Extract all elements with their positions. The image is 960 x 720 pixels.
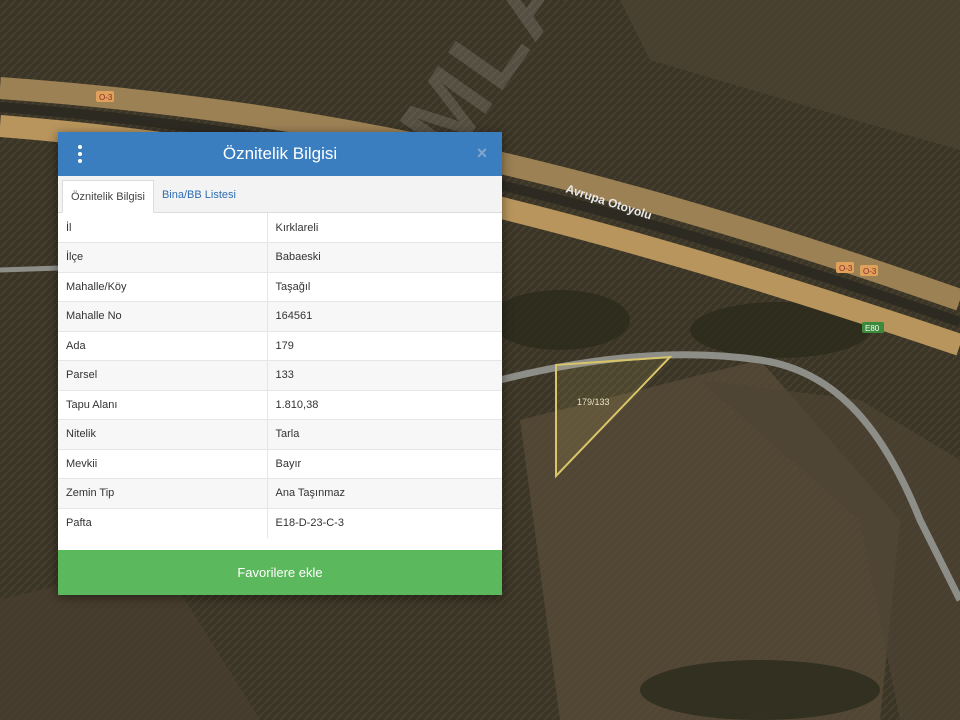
row-value: Bayır [267, 448, 502, 479]
row-value: Kırklareli [275, 221, 319, 234]
table-row: İlçe Babaeski [58, 242, 502, 272]
road-shield-icon: E80 [862, 322, 884, 333]
row-key: Pafta [58, 507, 268, 538]
tab-attribute-info[interactable]: Öznitelik Bilgisi [62, 180, 154, 213]
row-value: 133 [267, 360, 502, 390]
tab-building-list[interactable]: Bina/BB Listesi [154, 179, 244, 212]
side-road-west [0, 265, 61, 273]
row-key: Ada [58, 330, 268, 361]
table-row: Tapu Alanı 1.810,38 [58, 389, 502, 420]
road-shield-icon: O-3 [96, 91, 114, 102]
table-row: Pafta E18-D-23-C-3 [58, 507, 502, 538]
svg-text:O-3: O-3 [839, 264, 853, 273]
tab-bar: Öznitelik Bilgisi Bina/BB Listesi [58, 176, 502, 213]
svg-text:E80: E80 [865, 324, 880, 333]
table-row: Parsel 133 [58, 360, 502, 390]
table-row: Nitelik Tarla [58, 419, 502, 449]
row-value: 1.810,38 [267, 389, 502, 420]
parcel-label: 179/133 [577, 397, 610, 407]
row-key: İl [58, 213, 268, 243]
row-value: Babaeski [267, 242, 502, 272]
row-key: Parsel [58, 360, 268, 390]
close-icon[interactable]: × [473, 143, 491, 163]
attribute-table: İl Kırklareli İlçe Babaeski Mahalle/Köy Taş… [58, 213, 502, 538]
row-value: 179 [267, 330, 502, 361]
table-row: Mahalle/Köy Taşağıl [58, 271, 502, 302]
row-key: Mevkii [58, 448, 268, 479]
table-row: Mevkii Bayır [58, 448, 502, 479]
row-key: İlçe [58, 242, 268, 272]
row-key: Nitelik [58, 419, 268, 449]
row-key: Tapu Alanı [58, 389, 268, 420]
table-row: Mahalle No 164561 [58, 301, 502, 331]
row-value: Ana Taşınmaz [267, 478, 502, 508]
table-row: Zemin Tip Ana Taşınmaz [58, 478, 502, 508]
row-value: Taşağıl [267, 271, 502, 302]
attribute-info-panel: Öznitelik Bilgisi × Öznitelik Bilgisi Bi… [58, 132, 502, 595]
panel-header: Öznitelik Bilgisi × [58, 132, 502, 176]
row-value: 164561 [267, 301, 502, 331]
table-row: Ada 179 [58, 330, 502, 361]
row-key: Mahalle No [58, 301, 268, 331]
table-row: İl Kırklareli [58, 213, 502, 243]
row-value: Tarla [267, 419, 502, 449]
row-key: Zemin Tip [58, 478, 268, 508]
row-value: E18-D-23-C-3 [267, 507, 502, 538]
svg-text:O-3: O-3 [99, 93, 113, 102]
panel-title: Öznitelik Bilgisi [222, 144, 338, 163]
row-key: Mahalle/Köy [58, 271, 268, 302]
svg-text:O-3: O-3 [863, 267, 877, 276]
road-shield-icon: O-3 [836, 262, 854, 273]
road-shield-icon: O-3 [860, 265, 878, 276]
tree-cluster [490, 290, 630, 350]
add-to-favorites-button[interactable]: Favorilere ekle [58, 550, 502, 595]
tree-cluster [640, 660, 880, 720]
